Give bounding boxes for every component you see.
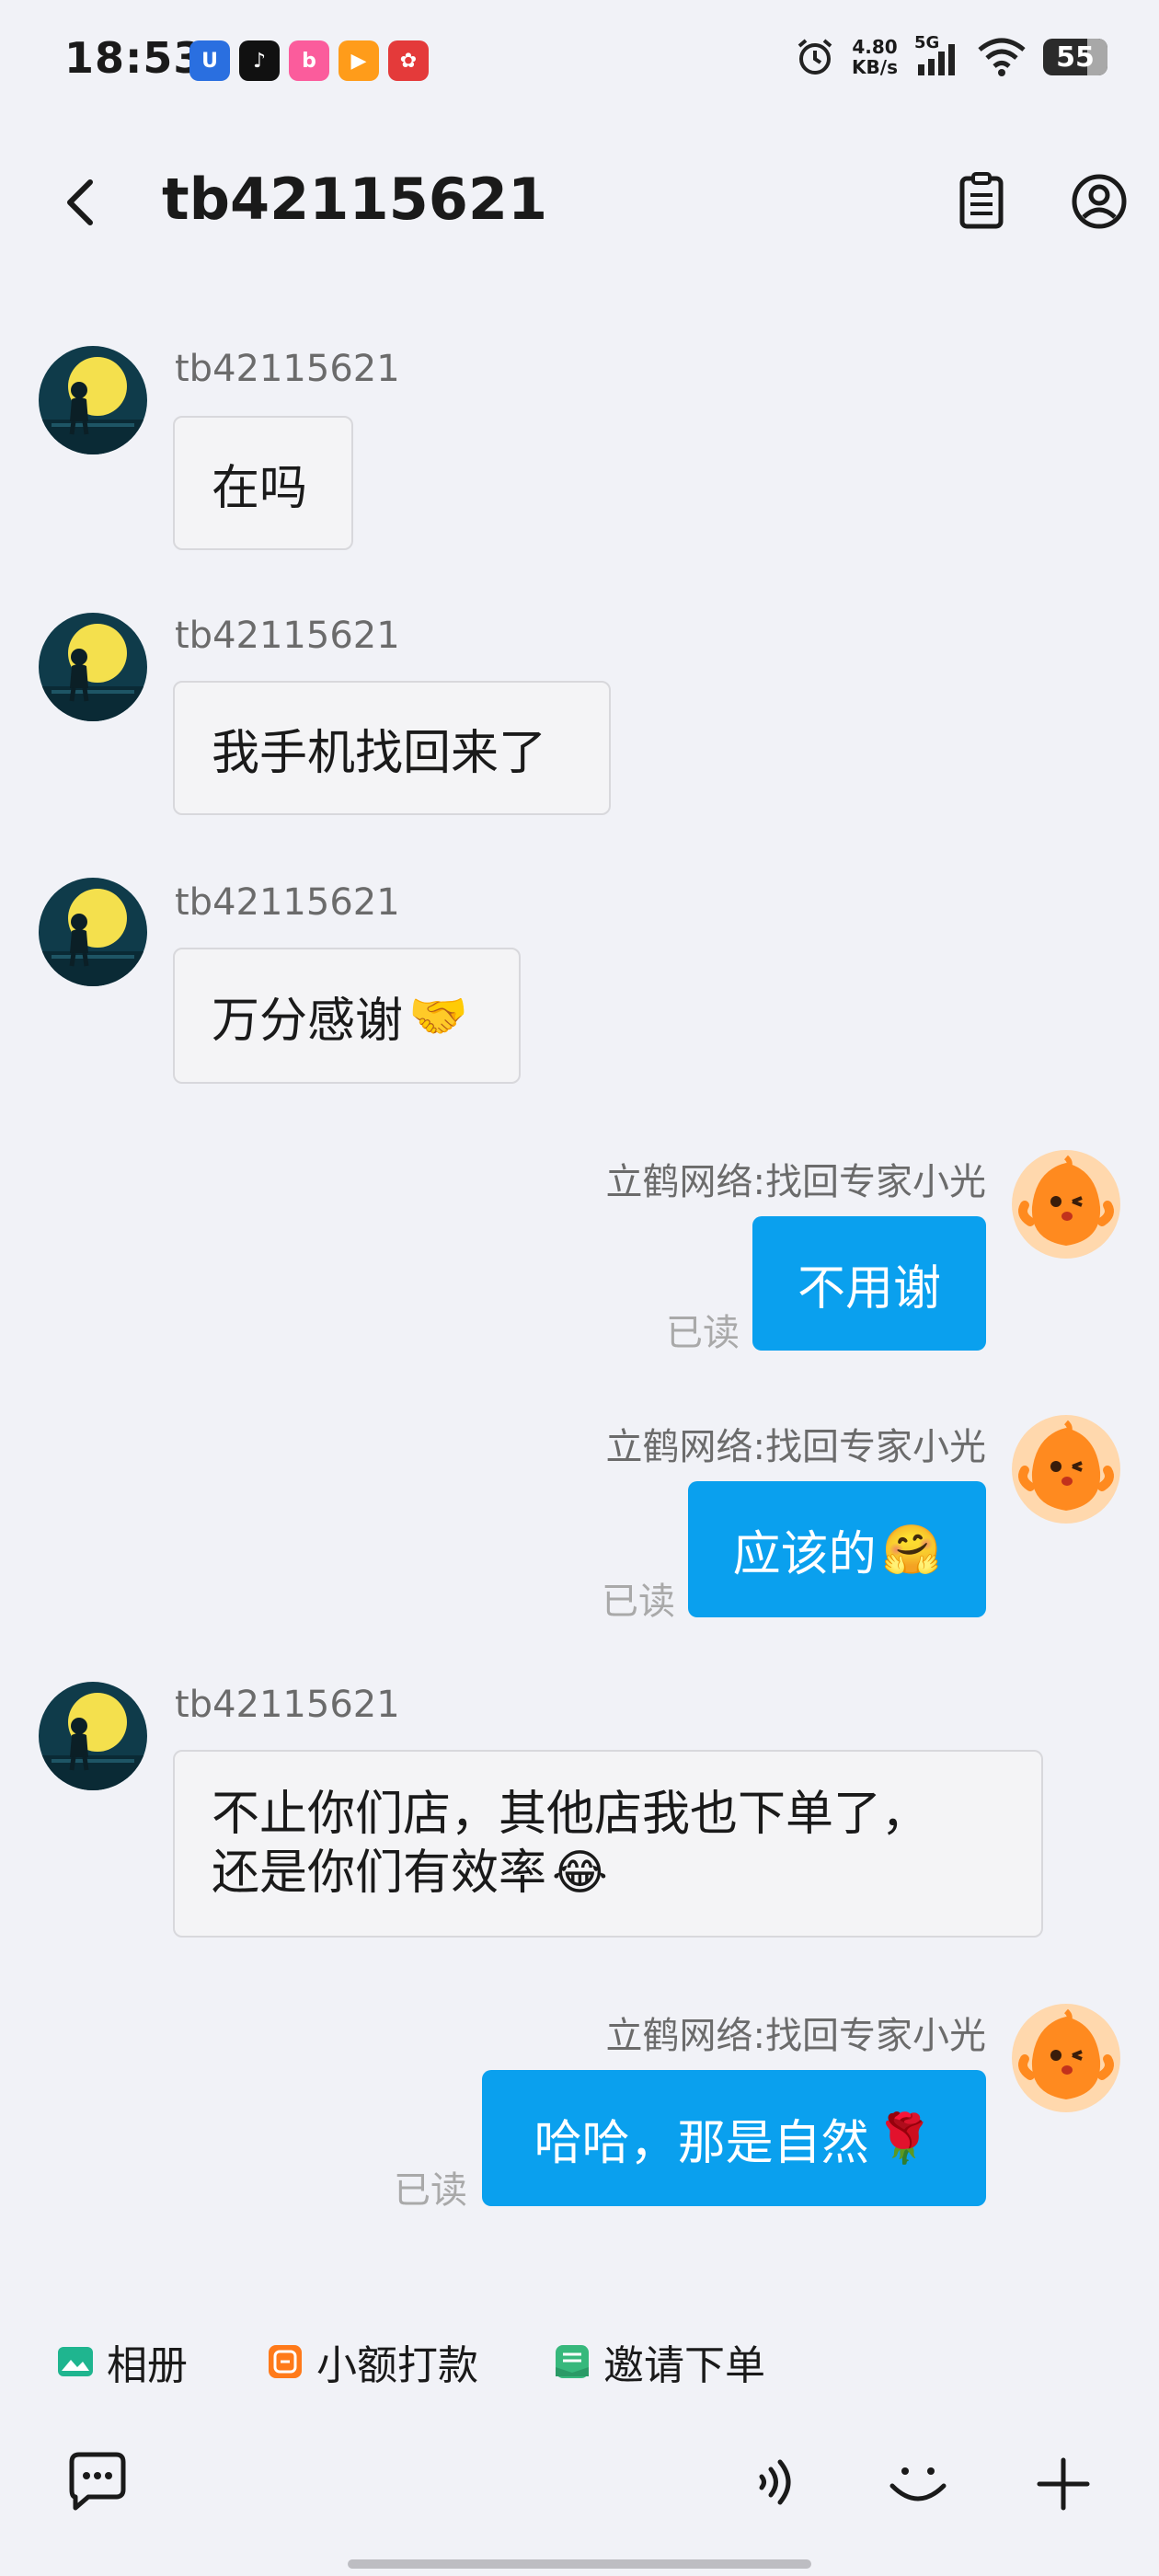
quick-actions-bar: 相册 小额打款 邀请下单: [0, 2332, 1159, 2406]
read-status: 已读: [602, 1581, 675, 1623]
sender-name: tb42115621: [175, 615, 400, 657]
message-text: 我手机找回来了: [212, 725, 547, 781]
message-bubble[interactable]: 应该的 🤗: [688, 1481, 986, 1617]
message-bubble[interactable]: 我手机找回来了: [173, 681, 611, 815]
quick-action-transfer[interactable]: 小额打款: [267, 2332, 478, 2391]
hug-emoji: 🤗: [881, 1522, 942, 1578]
network-speed: 4.80 KB/s: [852, 37, 898, 77]
input-toolbar: [0, 2447, 1159, 2539]
message-bubble[interactable]: 不用谢: [752, 1216, 986, 1351]
laughing-emoji: 😂: [552, 1846, 608, 1901]
handshake-emoji: 🤝: [408, 988, 468, 1044]
video-app-icon: ▶: [339, 40, 379, 81]
message-text: 哈哈，那是自然: [534, 2115, 869, 2171]
rose-emoji: 🌹: [874, 2110, 935, 2167]
chat-header: tb42115621: [0, 156, 1159, 248]
message-text-line1: 不止你们店，其他店我也下单了，: [212, 1787, 930, 1842]
battery-level: 55: [1056, 40, 1095, 74]
alarm-icon: [798, 39, 832, 75]
read-status: 已读: [394, 2169, 467, 2212]
message-text-line2: 还是你们有效率: [212, 1846, 547, 1901]
sender-name: tb42115621: [175, 881, 400, 924]
status-bar: 18:53 U ♪ b ▶ ✿ 4.80 KB/s 5G 55: [0, 0, 1159, 120]
transfer-icon: [269, 2345, 302, 2378]
message-text: 应该的: [732, 1526, 877, 1582]
chat-title: tb42115621: [162, 166, 548, 233]
message-bubble[interactable]: 万分感谢 🤝: [173, 948, 521, 1084]
plus-icon[interactable]: [1027, 2447, 1100, 2521]
contact-avatar[interactable]: [39, 878, 147, 986]
profile-icon[interactable]: [1067, 169, 1131, 234]
signal-icon: 5G: [914, 33, 960, 77]
emoji-icon[interactable]: [881, 2447, 955, 2521]
quick-action-label: 相册: [107, 2342, 188, 2389]
agent-avatar[interactable]: [1012, 1150, 1120, 1259]
status-time: 18:53: [64, 33, 204, 83]
back-arrow-icon[interactable]: [55, 175, 110, 230]
contact-avatar[interactable]: [39, 613, 147, 721]
agent-avatar[interactable]: [1012, 1415, 1120, 1524]
message-text: 在吗: [212, 460, 308, 516]
voice-icon[interactable]: [736, 2447, 809, 2521]
shopping-app-icon: ✿: [388, 40, 429, 81]
battery-indicator: 55: [1043, 39, 1107, 75]
sender-name: 立鹤网络:找回专家小光: [605, 1161, 986, 1203]
read-status: 已读: [666, 1312, 740, 1354]
speed-value: 4.80: [852, 36, 898, 58]
bilibili-icon: b: [289, 40, 329, 81]
quick-action-label: 小额打款: [316, 2342, 478, 2389]
contact-avatar[interactable]: [39, 1682, 147, 1790]
photo-album-icon: [58, 2347, 93, 2376]
wifi-icon: [978, 38, 1026, 76]
quick-action-label: 邀请下单: [603, 2342, 765, 2389]
quick-action-album[interactable]: 相册: [57, 2332, 188, 2391]
invite-order-icon: [556, 2345, 589, 2378]
tiktok-icon: ♪: [239, 40, 280, 81]
notification-icons: U ♪ b ▶ ✿: [189, 40, 429, 81]
sender-name: tb42115621: [175, 1684, 400, 1726]
agent-avatar[interactable]: [1012, 2004, 1120, 2112]
message-text: 不用谢: [797, 1260, 941, 1317]
sender-name: 立鹤网络:找回专家小光: [605, 2015, 986, 2057]
message-bubble[interactable]: 哈哈，那是自然 🌹: [482, 2070, 986, 2206]
message-bubble[interactable]: 在吗: [173, 416, 353, 550]
speed-unit: KB/s: [852, 56, 898, 78]
quick-action-invite-order[interactable]: 邀请下单: [554, 2332, 765, 2391]
chat-menu-icon[interactable]: [61, 2447, 134, 2521]
app-shield-icon: U: [189, 40, 230, 81]
contact-avatar[interactable]: [39, 346, 147, 454]
sender-name: 立鹤网络:找回专家小光: [605, 1426, 986, 1468]
sender-name: tb42115621: [175, 348, 400, 390]
home-indicator[interactable]: [348, 2559, 811, 2569]
order-list-icon[interactable]: [949, 169, 1014, 234]
message-bubble[interactable]: 不止你们店，其他店我也下单了， 还是你们有效率 😂: [173, 1750, 1043, 1938]
message-text: 万分感谢: [212, 993, 404, 1049]
system-indicators: 4.80 KB/s 5G 55: [795, 33, 1107, 77]
